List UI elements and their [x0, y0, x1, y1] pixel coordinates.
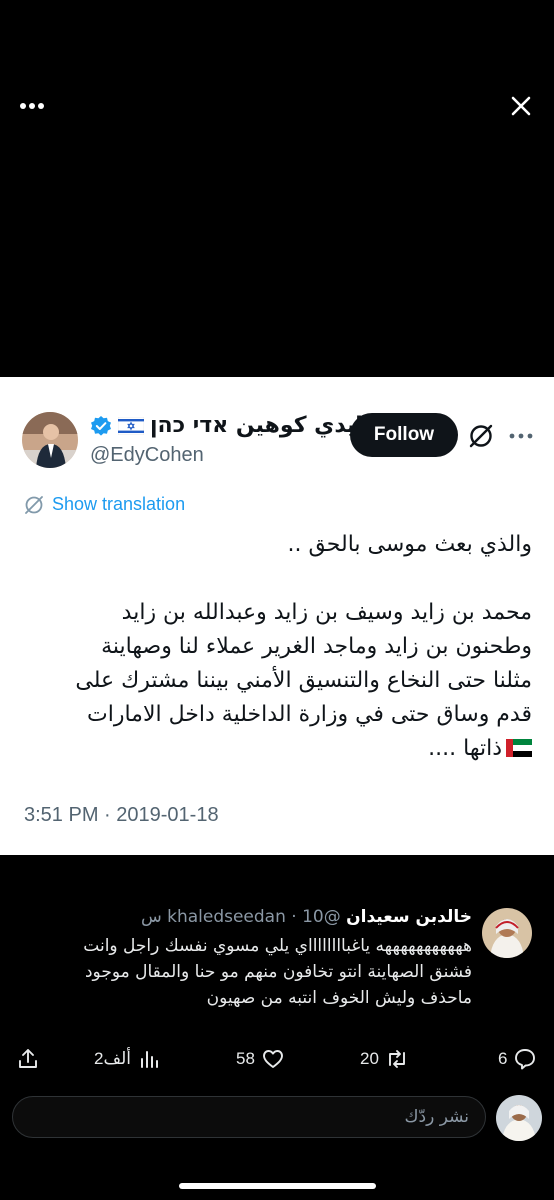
views-icon — [140, 1051, 158, 1068]
show-translation-label: Show translation — [52, 494, 186, 514]
share-icon — [19, 1049, 37, 1068]
israel-flag-icon — [118, 416, 144, 435]
home-indicator — [179, 1183, 376, 1189]
tweet-timestamp: 3:51 PM · 2019-01-18 — [24, 804, 219, 826]
reply-author-avatar[interactable] — [482, 908, 532, 958]
tweet-last-line: ذاتها .... — [20, 732, 532, 766]
repost-count: 20 — [360, 1049, 379, 1068]
reply-author-name[interactable]: خالدبن سعيدان — [346, 907, 472, 927]
tweet-line: ذاتها .... — [428, 736, 502, 761]
author-display-name[interactable]: إيدي كوهين אדי כהן — [150, 413, 363, 438]
tweet-line: محمد بن زايد وسيف بن زايد وعبدالله بن زا… — [121, 600, 532, 625]
reply-action-bar: 6 20 58 2ألف — [0, 1042, 554, 1076]
close-icon — [511, 96, 531, 116]
like-count: 58 — [236, 1049, 255, 1068]
tweet-text: والذي بعث موسى بالحق .. محمد بن زايد وسي… — [20, 528, 532, 766]
like-button[interactable]: 58 — [236, 1042, 285, 1076]
views-count: 2ألف — [94, 1049, 131, 1068]
tweet-line: مثلنا حتى النخاع والتنسيق الأمني بيننا م… — [75, 668, 532, 693]
like-icon — [262, 1050, 283, 1068]
close-button[interactable] — [503, 88, 539, 124]
follow-button[interactable]: Follow — [350, 413, 458, 457]
x-logo-icon — [469, 424, 493, 448]
tweet-line: والذي بعث موسى بالحق .. — [287, 532, 532, 557]
show-translation-link[interactable]: Show translation — [24, 494, 185, 515]
reply-header: خالدبن سعيدان @khaledseedan · 10 س — [140, 907, 472, 927]
translate-icon — [25, 495, 43, 514]
compose-placeholder: نشر ردّك — [404, 1107, 469, 1127]
media-viewer: إيدي كوهين אדי כהן @EdyCohen Follow Show… — [0, 0, 554, 1200]
verified-badge-icon — [91, 415, 111, 436]
reply-line: ماحذف وليش الخوف انتبه من صهيون — [206, 988, 472, 1008]
reply-line: هههههههههههه ياغبااااااااي يلي مسوي نفسك… — [83, 936, 472, 956]
more-options-button[interactable] — [14, 88, 50, 124]
reply-count: 6 — [498, 1049, 508, 1068]
current-user-avatar — [496, 1095, 542, 1141]
repost-button[interactable]: 20 — [360, 1042, 409, 1076]
reply-button[interactable]: 6 — [498, 1042, 537, 1076]
repost-icon — [388, 1050, 405, 1068]
tweet-line: قدم وساق حتى في وزارة الداخلية داخل الام… — [87, 702, 532, 727]
author-handle[interactable]: @EdyCohen — [90, 444, 204, 467]
tweet-line: وطحنون بن زايد وماجد الغرير عملاء لنا وص… — [101, 634, 532, 659]
reply-text: هههههههههههه ياغبااااااااي يلي مسوي نفسك… — [22, 933, 472, 1011]
reply-icon — [515, 1049, 536, 1070]
author-name-row: إيدي كوهين אדי כהן — [90, 413, 363, 438]
tweet-more-icon — [509, 433, 533, 439]
more-horizontal-icon — [20, 103, 44, 109]
author-avatar — [22, 412, 78, 468]
share-button[interactable] — [16, 1042, 40, 1076]
views-button[interactable]: 2ألف — [94, 1042, 161, 1076]
uae-flag-icon — [506, 739, 532, 757]
reply-line: فشنق الصهاينة انتو تخافون منهم مو حنا وا… — [84, 962, 472, 982]
reply-compose-input[interactable]: نشر ردّك — [12, 1096, 486, 1138]
